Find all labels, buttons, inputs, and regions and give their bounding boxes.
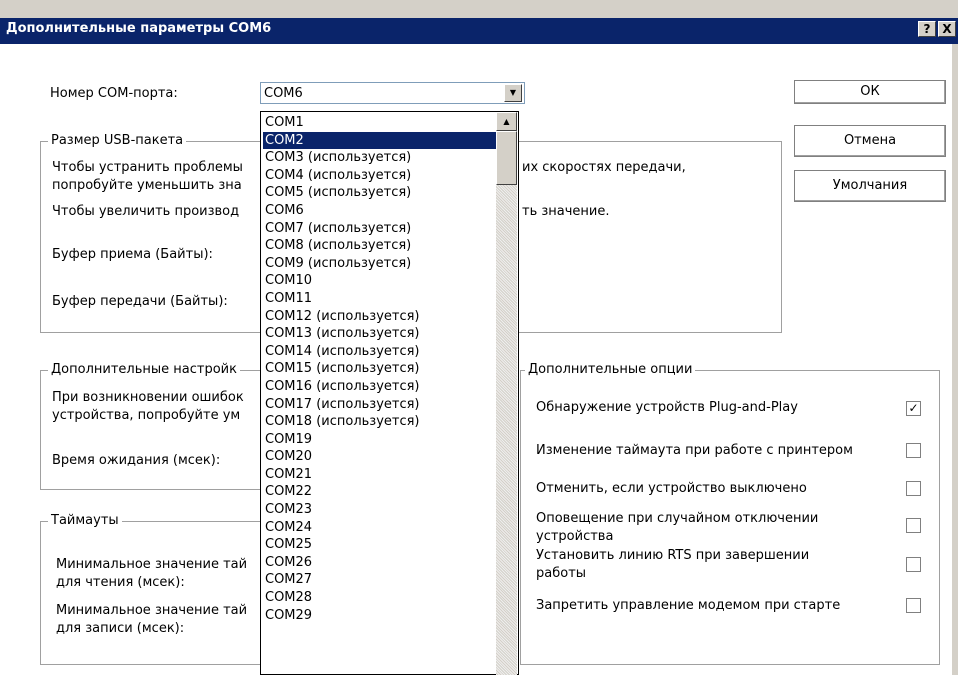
usb-hint-line3: Чтобы увеличить производ bbox=[52, 204, 240, 219]
port-option[interactable]: COM15 (используется) bbox=[263, 360, 499, 378]
option-printer-timeout-label: Изменение таймаута при работе с принтеро… bbox=[536, 443, 853, 458]
option-modem-label: Запретить управление модемом при старте bbox=[536, 598, 841, 613]
window-title: Дополнительные параметры COM6 bbox=[6, 21, 272, 36]
port-option[interactable]: COM24 bbox=[263, 519, 499, 537]
port-option[interactable]: COM28 bbox=[263, 589, 499, 607]
port-option[interactable]: COM26 bbox=[263, 554, 499, 572]
help-button[interactable]: ? bbox=[918, 21, 936, 37]
option-cancel-if-off-checkbox[interactable] bbox=[906, 481, 921, 496]
tx-buffer-label: Буфер передачи (Байты): bbox=[52, 294, 228, 309]
port-option[interactable]: COM20 bbox=[263, 448, 499, 466]
timeouts-group bbox=[40, 521, 262, 665]
port-option[interactable]: COM8 (используется) bbox=[263, 237, 499, 255]
option-rts-label: Установить линию RTS при завершении bbox=[536, 548, 810, 563]
cancel-button[interactable]: Отмена bbox=[794, 125, 946, 157]
port-option[interactable]: COM16 (используется) bbox=[263, 378, 499, 396]
usb-hint-line2: попробуйте уменьшить зна bbox=[52, 178, 242, 193]
option-modem-checkbox[interactable] bbox=[906, 598, 921, 613]
options-legend: Дополнительные опции bbox=[525, 362, 696, 377]
port-option[interactable]: COM29 bbox=[263, 607, 499, 625]
option-rts-label-line2: работы bbox=[536, 566, 587, 581]
extra-settings-line2: устройства, попробуйте ум bbox=[52, 408, 241, 423]
port-option[interactable]: COM21 bbox=[263, 466, 499, 484]
option-printer-timeout-checkbox[interactable] bbox=[906, 443, 921, 458]
option-surprise-removal-label-line2: устройства bbox=[536, 529, 614, 544]
port-option[interactable]: COM17 (используется) bbox=[263, 396, 499, 414]
port-option[interactable]: COM9 (используется) bbox=[263, 255, 499, 273]
port-option[interactable]: COM25 bbox=[263, 536, 499, 554]
write-timeout-line2: для записи (мсек): bbox=[56, 621, 185, 636]
port-option[interactable]: COM13 (используется) bbox=[263, 325, 499, 343]
extra-settings-group bbox=[40, 370, 262, 490]
port-option[interactable]: COM18 (используется) bbox=[263, 413, 499, 431]
port-dropdown-list[interactable]: COM1 COM2 COM3 (используется) COM4 (использ… bbox=[260, 111, 519, 675]
check-icon: ✓ bbox=[908, 401, 919, 415]
port-option[interactable]: COM11 bbox=[263, 290, 499, 308]
port-option[interactable]: COM2 bbox=[263, 131, 499, 150]
dropdown-scrollbar[interactable] bbox=[496, 112, 517, 675]
extra-settings-legend: Дополнительные настройк bbox=[48, 362, 240, 377]
option-cancel-if-off-label: Отменить, если устройство выключено bbox=[536, 481, 807, 496]
port-option[interactable]: COM7 (используется) bbox=[263, 220, 499, 238]
usb-hint-line1-tail: их скоростях передачи, bbox=[522, 160, 686, 175]
port-option[interactable]: COM12 (используется) bbox=[263, 308, 499, 326]
port-option[interactable]: COM22 bbox=[263, 483, 499, 501]
wait-timeout-label: Время ожидания (мсек): bbox=[52, 453, 221, 468]
scroll-up-icon[interactable]: ▲ bbox=[496, 112, 517, 131]
timeouts-legend: Таймауты bbox=[48, 513, 122, 528]
usb-hint-line1: Чтобы устранить проблемы bbox=[52, 160, 243, 175]
option-surprise-removal-label: Оповещение при случайном отключении bbox=[536, 511, 819, 526]
port-options: COM1 COM2 COM3 (используется) COM4 (использ… bbox=[263, 114, 499, 624]
rx-buffer-label: Буфер приема (Байты): bbox=[52, 247, 213, 262]
extra-settings-line1: При возникновении ошибок bbox=[52, 390, 244, 405]
close-button[interactable]: X bbox=[938, 21, 956, 37]
read-timeout-line1: Минимальное значение тай bbox=[56, 557, 248, 572]
scrollbar-thumb[interactable] bbox=[496, 131, 517, 185]
write-timeout-line1: Минимальное значение тай bbox=[56, 603, 248, 618]
port-option[interactable]: COM1 bbox=[263, 114, 499, 132]
port-option[interactable]: COM4 (используется) bbox=[263, 167, 499, 185]
option-pnp-label: Обнаружение устройств Plug-and-Play bbox=[536, 400, 798, 415]
read-timeout-line2: для чтения (мсек): bbox=[56, 575, 185, 590]
ok-button[interactable]: ОК bbox=[794, 80, 946, 104]
chevron-down-icon[interactable]: ▼ bbox=[504, 84, 522, 102]
port-option[interactable]: COM14 (используется) bbox=[263, 343, 499, 361]
option-pnp-checkbox[interactable]: ✓ bbox=[906, 401, 921, 416]
port-option[interactable]: COM27 bbox=[263, 571, 499, 589]
port-option[interactable]: COM3 (используется) bbox=[263, 149, 499, 167]
port-option[interactable]: COM6 bbox=[263, 202, 499, 220]
port-number-label: Номер COM-порта: bbox=[50, 86, 178, 101]
window-right-edge bbox=[952, 44, 958, 675]
option-surprise-removal-checkbox[interactable] bbox=[906, 518, 921, 533]
option-rts-checkbox[interactable] bbox=[906, 557, 921, 572]
port-option[interactable]: COM23 bbox=[263, 501, 499, 519]
usb-hint-line3-tail: ть значение. bbox=[522, 204, 610, 219]
port-option[interactable]: COM19 bbox=[263, 431, 499, 449]
port-combobox-value: COM6 bbox=[264, 86, 303, 101]
usb-packet-legend: Размер USB-пакета bbox=[48, 133, 187, 148]
port-option[interactable]: COM10 bbox=[263, 272, 499, 290]
port-option[interactable]: COM5 (используется) bbox=[263, 184, 499, 202]
defaults-button[interactable]: Умолчания bbox=[794, 170, 946, 202]
